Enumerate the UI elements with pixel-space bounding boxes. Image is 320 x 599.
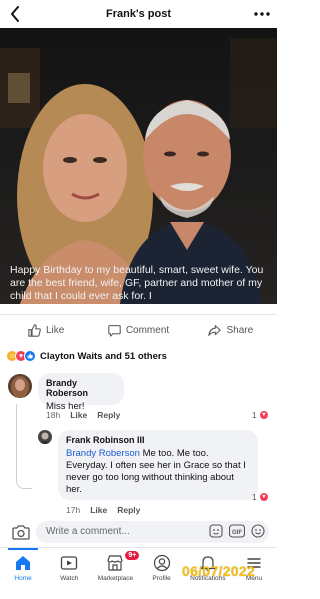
nav-profile[interactable]: Profile [139, 548, 185, 599]
comment-time: 18h [46, 410, 61, 420]
back-button[interactable] [6, 4, 24, 24]
thumbs-up-icon [28, 323, 41, 337]
camera-button[interactable] [12, 523, 30, 541]
composer-icons: GIF [209, 524, 265, 538]
comment-like-button[interactable]: Like [90, 505, 107, 515]
ellipsis-icon [254, 12, 270, 16]
avatar[interactable] [8, 374, 32, 398]
reactions-summary-text: Clayton Waits and 51 others [40, 350, 167, 362]
like-reaction-icon [24, 350, 36, 362]
nav-label: Home [14, 575, 32, 582]
comment-composer: Write a comment... GIF [0, 520, 277, 544]
comment-author[interactable]: Brandy Roberson [46, 378, 116, 398]
reactions-summary[interactable]: ☺ ♥ Clayton Waits and 51 others [6, 349, 167, 363]
gif-icon[interactable]: GIF [229, 524, 245, 538]
reaction-count: 1 [252, 410, 257, 420]
comment-author[interactable]: Frank Robinson III [66, 435, 250, 445]
emoji-icon[interactable] [251, 524, 265, 538]
nav-watch[interactable]: Watch [46, 548, 92, 599]
reaction-count: 1 [252, 492, 257, 502]
page-title: Frank's post [106, 8, 171, 20]
post-photo[interactable]: Happy Birthday to my beautiful, smart, s… [0, 28, 277, 304]
active-indicator [8, 548, 39, 550]
comment-input[interactable]: Write a comment... GIF [36, 521, 269, 543]
comment-label: Comment [125, 324, 170, 336]
comment-button[interactable]: Comment [92, 318, 184, 342]
home-icon [16, 556, 31, 570]
comment-text: Brandy Roberson Me too. Me too. Everyday… [66, 448, 250, 496]
camera-icon [12, 525, 30, 540]
comment-reply-button[interactable]: Reply [97, 410, 120, 420]
comment-bubble[interactable]: Brandy Roberson Miss her! [38, 373, 124, 412]
comment-icon [108, 324, 121, 337]
nav-marketplace[interactable]: 9+ Marketplace [92, 548, 141, 599]
reply-thread-line [16, 404, 32, 489]
more-options-button[interactable] [251, 4, 273, 24]
share-icon [208, 324, 222, 336]
top-bar: Frank's post [0, 0, 277, 28]
comment-reply-button[interactable]: Reply [117, 505, 140, 515]
share-button[interactable]: Share [185, 318, 277, 342]
reply-bubble[interactable]: Frank Robinson III Brandy Roberson Me to… [58, 430, 258, 500]
nav-label: Watch [60, 575, 79, 582]
marketplace-icon [107, 555, 124, 571]
profile-icon [153, 554, 170, 572]
comment-input-placeholder: Write a comment... [46, 526, 130, 537]
nav-label: Marketplace [97, 575, 134, 582]
date-watermark: 06/07/2022 [182, 563, 256, 579]
avatar[interactable] [38, 430, 52, 444]
like-label: Like [45, 324, 65, 336]
comment-like-button[interactable]: Like [70, 410, 87, 420]
svg-text:GIF: GIF [232, 530, 242, 536]
post-actions: Like Comment Share [0, 318, 277, 342]
love-reaction-icon: ♥ [258, 410, 269, 420]
watch-icon [61, 556, 78, 570]
comment-time: 17h [66, 505, 81, 515]
post-caption: Happy Birthday to my beautiful, smart, s… [10, 264, 264, 302]
share-label: Share [226, 324, 254, 336]
like-button[interactable]: Like [0, 318, 92, 342]
nav-label: Profile [152, 575, 171, 582]
nav-home[interactable]: Home [0, 548, 46, 599]
sticker-icon[interactable] [209, 524, 223, 538]
mention-link[interactable]: Brandy Roberson [66, 448, 140, 459]
divider [0, 314, 277, 315]
comment-reaction-count[interactable]: 1 ♥ [252, 410, 269, 420]
comment-meta: 18h Like Reply [46, 410, 120, 420]
chevron-left-icon [11, 6, 19, 22]
comment-reaction-count[interactable]: 1 ♥ [252, 492, 269, 502]
love-reaction-icon: ♥ [258, 492, 269, 502]
comment-meta: 17h Like Reply [66, 505, 140, 515]
